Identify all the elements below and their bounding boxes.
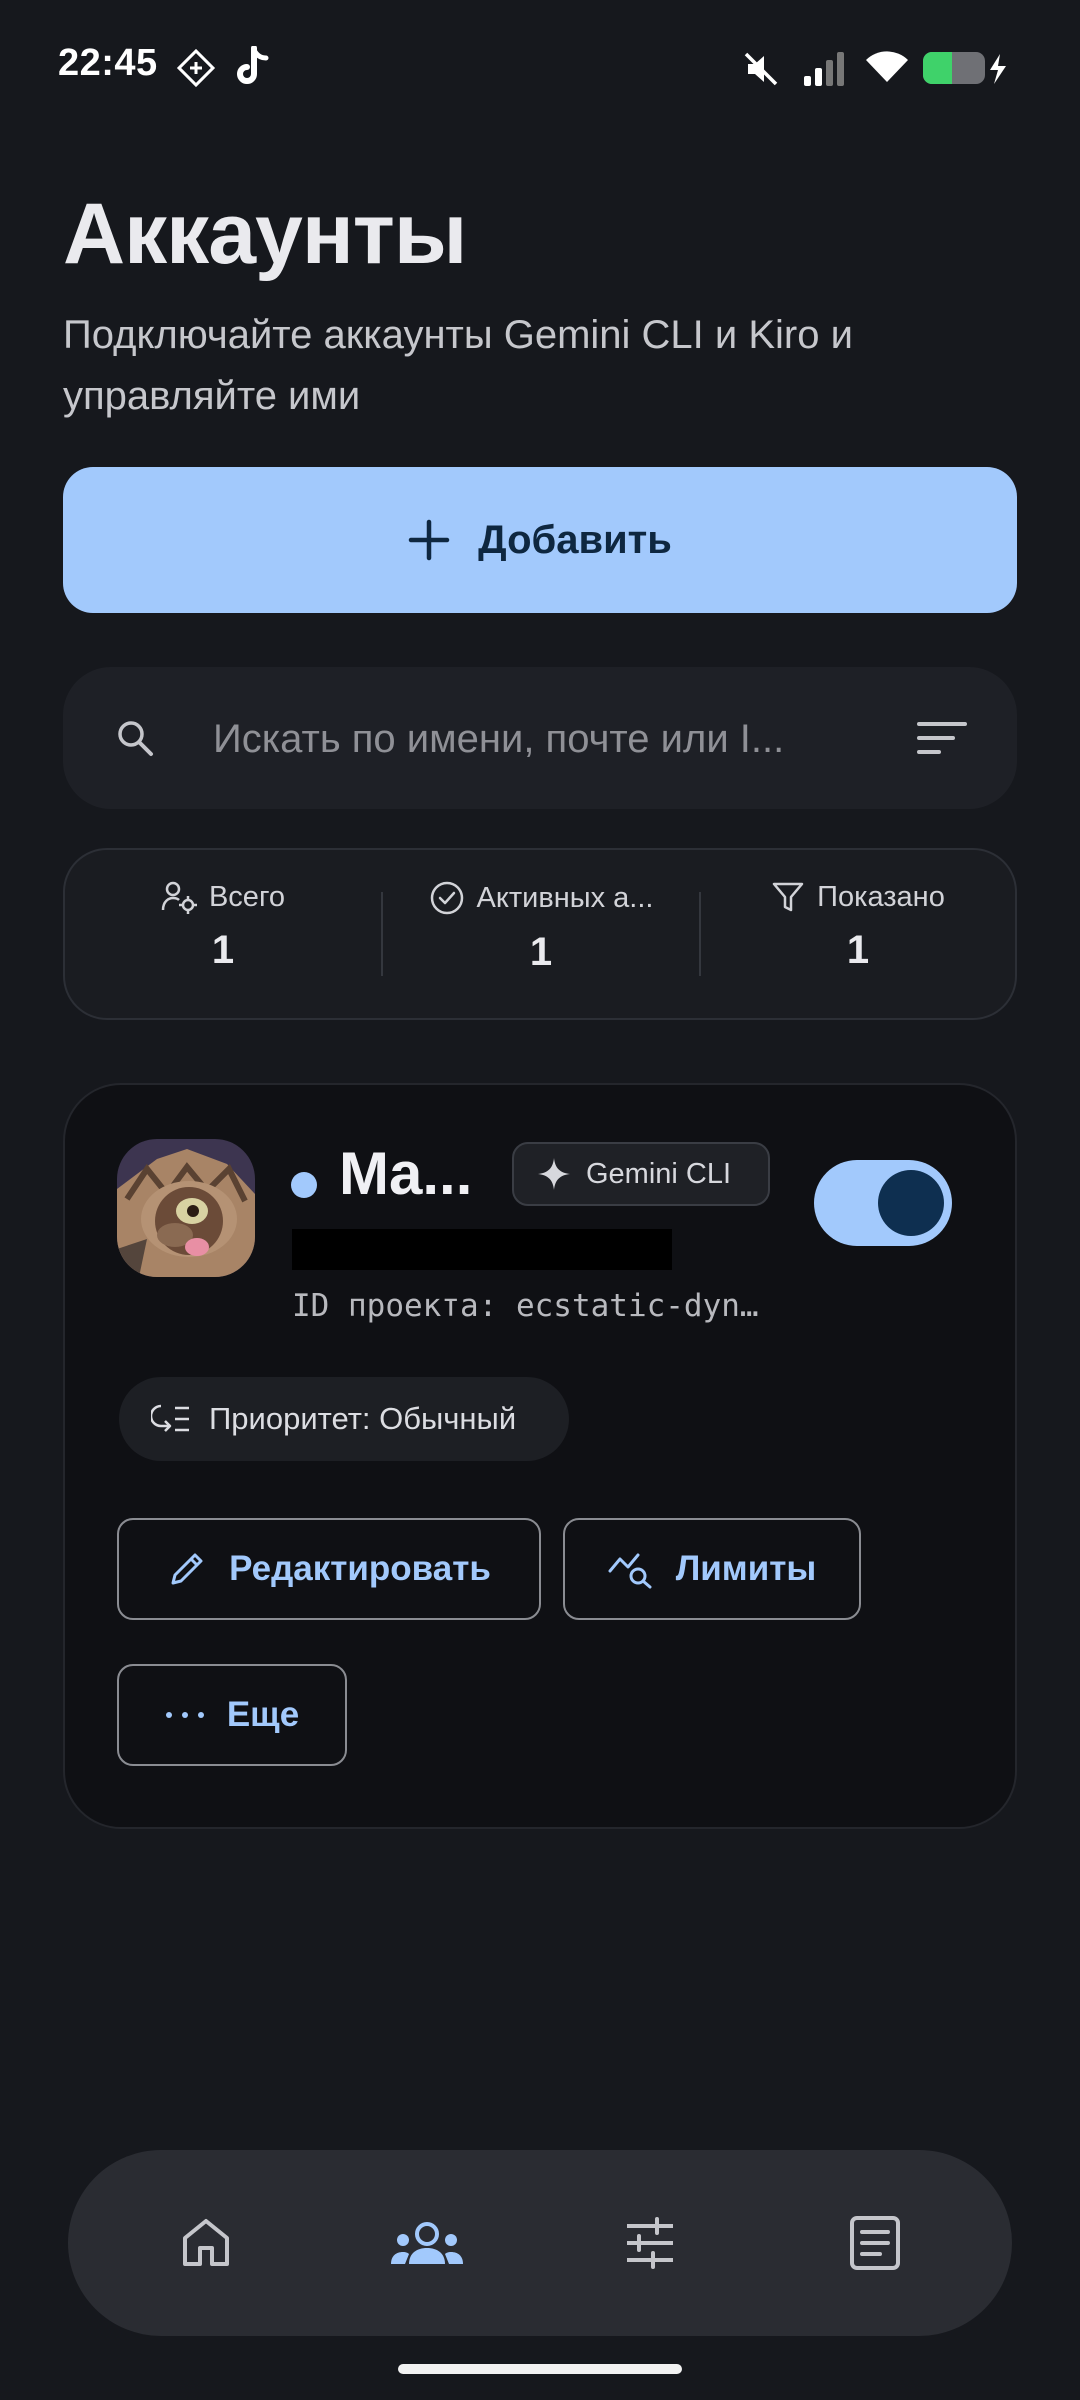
filter-icon <box>772 882 804 912</box>
edit-button-label: Редактировать <box>229 1549 491 1588</box>
provider-label: Gemini CLI <box>586 1157 732 1190</box>
page-subtitle: Подключайте аккаунты Gemini CLI и Kiro и… <box>63 313 853 418</box>
logs-document-icon <box>850 2216 900 2270</box>
redacted-email <box>292 1229 672 1270</box>
limits-button-label: Лимиты <box>675 1549 817 1588</box>
stats-card: Всего 1 Активных а... 1 Показано 1 <box>63 848 1017 1020</box>
more-dots-icon <box>165 1712 204 1718</box>
mute-icon <box>744 52 778 86</box>
sort-icon[interactable] <box>917 720 967 756</box>
search-input[interactable] <box>211 705 915 773</box>
account-status-dot <box>291 1172 317 1198</box>
stat-total-label: Всего <box>208 880 286 913</box>
search-bar <box>63 667 1017 809</box>
project-id: ID проекта: ecstatic-dyn… <box>292 1288 759 1324</box>
stat-shown: Показано 1 <box>701 850 1015 1018</box>
chart-search-icon <box>608 1553 652 1589</box>
edit-button[interactable]: Редактировать <box>117 1518 541 1620</box>
accounts-icon <box>391 2222 463 2264</box>
signal-icon <box>804 52 844 86</box>
stat-total: Всего 1 <box>65 850 381 1018</box>
users-gear-icon <box>161 881 197 914</box>
nav-logs[interactable] <box>820 2190 930 2296</box>
stat-active-label: Активных а... <box>476 881 654 914</box>
account-enabled-toggle[interactable] <box>814 1160 952 1246</box>
nav-home[interactable] <box>151 2190 261 2296</box>
status-time: 22:45 <box>58 42 158 84</box>
limits-button[interactable]: Лимиты <box>563 1518 861 1620</box>
stat-shown-label: Показано <box>817 880 945 913</box>
page-title: Аккаунты <box>63 186 467 282</box>
plus-icon <box>408 519 450 561</box>
pencil-icon <box>171 1553 203 1585</box>
tiktok-notification-icon <box>237 46 269 84</box>
stat-active: Активных а... 1 <box>383 850 699 1018</box>
home-icon <box>183 2219 229 2266</box>
home-indicator[interactable] <box>398 2364 682 2374</box>
app-notification-icon <box>176 48 216 88</box>
stat-shown-value: 1 <box>846 928 870 972</box>
stat-active-value: 1 <box>529 930 553 974</box>
check-circle-icon <box>430 881 463 915</box>
more-button-label: Еще <box>226 1695 300 1734</box>
search-icon <box>118 721 153 756</box>
wifi-icon <box>866 51 908 82</box>
priority-chip[interactable]: Приоритет: Обычный <box>119 1377 569 1461</box>
toggle-knob <box>878 1170 944 1236</box>
sparkle-icon <box>538 1158 570 1190</box>
avatar <box>117 1139 255 1277</box>
add-account-button[interactable]: Добавить <box>63 467 1017 613</box>
nav-accounts[interactable] <box>372 2190 482 2296</box>
stat-total-value: 1 <box>211 928 235 972</box>
nav-settings[interactable] <box>595 2190 705 2296</box>
more-button[interactable]: Еще <box>117 1664 347 1766</box>
provider-chip: Gemini CLI <box>512 1142 770 1206</box>
account-card: Ma... Gemini CLI ID проекта: ecstatic-dy… <box>63 1083 1017 1829</box>
battery-charging-icon <box>923 52 1006 84</box>
bottom-navigation <box>68 2150 1012 2336</box>
priority-list-icon <box>151 1404 189 1432</box>
account-name: Ma... <box>339 1140 473 1207</box>
priority-label: Приоритет: Обычный <box>209 1401 517 1436</box>
add-account-label: Добавить <box>478 517 672 562</box>
settings-sliders-icon <box>627 2217 673 2269</box>
